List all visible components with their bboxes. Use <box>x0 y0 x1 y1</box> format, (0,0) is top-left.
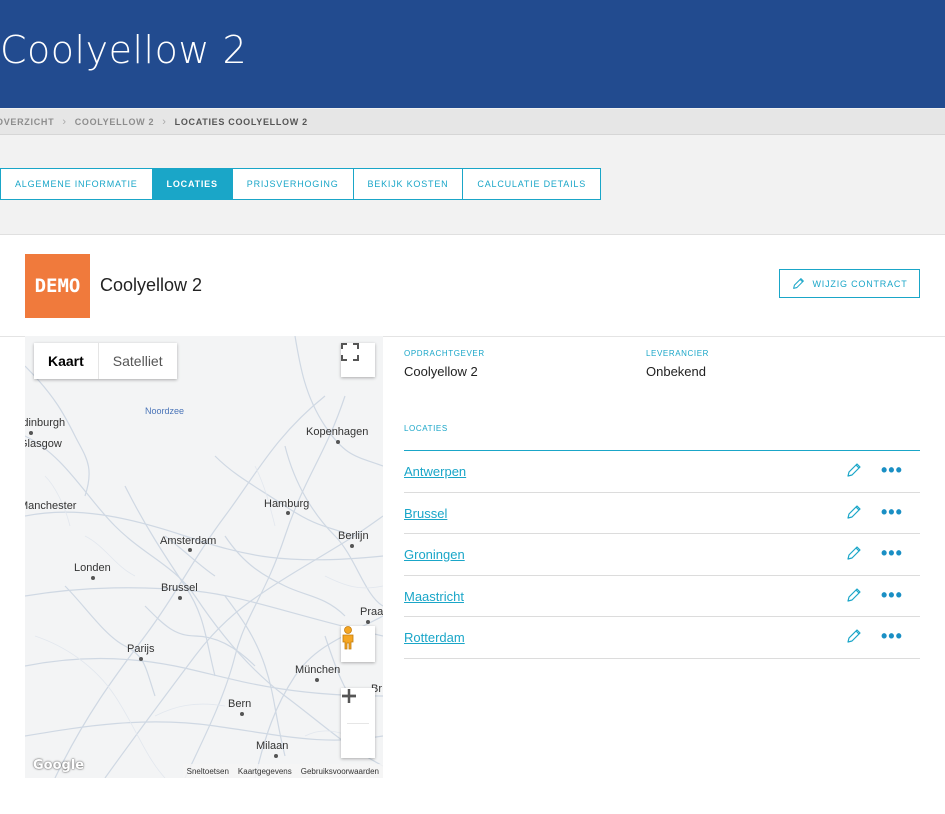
tab-calculation-details[interactable]: CALCULATIE DETAILS <box>463 169 600 199</box>
tab-bar: ALGEMENE INFORMATIE LOCATIES PRIJSVERHOG… <box>0 168 602 200</box>
more-options-icon[interactable]: ••• <box>881 544 903 562</box>
tab-price-increase[interactable]: PRIJSVERHOGING <box>233 169 354 199</box>
city-kopenhagen: Kopenhagen <box>306 426 368 438</box>
pencil-icon[interactable] <box>846 504 862 520</box>
city-glasgow: Glasgow <box>25 438 62 450</box>
more-options-icon[interactable]: ••• <box>881 461 903 479</box>
street-view-button[interactable] <box>341 626 375 662</box>
minus-icon <box>342 694 356 698</box>
city-londen: Londen <box>74 562 111 574</box>
zoom-control <box>341 688 375 758</box>
edit-contract-button[interactable]: WIJZIG CONTRACT <box>779 269 920 298</box>
city-bern: Bern <box>228 698 251 710</box>
map-type-control: Kaart Satelliet <box>34 343 177 379</box>
demo-logo: DEMO <box>25 254 90 318</box>
map-attribution: Sneltoetsen Kaartgegevens Gebruiksvoorwa… <box>182 764 383 778</box>
google-logo: Google <box>33 758 85 773</box>
client-field: OPDRACHTGEVER Coolyellow 2 <box>404 349 485 379</box>
breadcrumb-current: LOCATIES COOLYELLOW 2 <box>174 116 308 127</box>
card-title: Coolyellow 2 <box>100 275 203 295</box>
list-item: Groningen ••• <box>404 534 920 576</box>
edit-contract-label: WIJZIG CONTRACT <box>812 278 908 289</box>
location-link[interactable]: Maastricht <box>404 589 464 604</box>
breadcrumb: OVERZICHT › COOLYELLOW 2 › LOCATIES COOL… <box>0 109 945 135</box>
city-brussel: Brussel <box>161 582 198 594</box>
map-sea-label: Noordzee <box>145 406 184 416</box>
location-link[interactable]: Rotterdam <box>404 630 465 645</box>
terms-of-use-link[interactable]: Gebruiksvoorwaarden <box>301 767 379 776</box>
pencil-icon[interactable] <box>846 545 862 561</box>
card-header: DEMO Coolyellow 2 WIJZIG CONTRACT <box>0 235 945 337</box>
more-options-icon[interactable]: ••• <box>881 627 903 645</box>
client-label: OPDRACHTGEVER <box>404 349 485 358</box>
page-header: Coolyellow 2 <box>0 0 945 108</box>
pencil-icon[interactable] <box>846 587 862 603</box>
keyboard-shortcuts-link[interactable]: Sneltoetsen <box>187 767 229 776</box>
tab-locations[interactable]: LOCATIES <box>152 169 233 199</box>
pencil-icon[interactable] <box>846 628 862 644</box>
chevron-right-icon: › <box>162 115 167 128</box>
location-link[interactable]: Brussel <box>404 506 447 521</box>
supplier-field: LEVERANCIER Onbekend <box>646 349 709 379</box>
city-amsterdam: Amsterdam <box>160 535 216 547</box>
map-canvas: Noordzee Edinburgh Glasgow Kopenhagen Ma… <box>25 336 383 778</box>
more-options-icon[interactable]: ••• <box>881 586 903 604</box>
breadcrumb-overview[interactable]: OVERZICHT <box>0 117 54 127</box>
zoom-out-button[interactable] <box>341 694 375 759</box>
city-manchester: Manchester <box>25 500 77 512</box>
city-milaan: Milaan <box>256 740 288 752</box>
city-edinburgh: Edinburgh <box>25 417 65 429</box>
map-type-map-button[interactable]: Kaart <box>34 343 98 379</box>
location-link[interactable]: Groningen <box>404 547 465 562</box>
fullscreen-icon <box>341 343 359 361</box>
city-munchen: München <box>295 664 340 676</box>
city-berlijn: Berlijn <box>338 530 369 542</box>
pegman-icon <box>342 626 354 650</box>
more-options-icon[interactable]: ••• <box>881 503 903 521</box>
locations-label: LOCATIES <box>404 424 448 433</box>
city-hamburg: Hamburg <box>264 498 309 510</box>
supplier-label: LEVERANCIER <box>646 349 710 358</box>
supplier-value: Onbekend <box>646 364 706 379</box>
fullscreen-button[interactable] <box>341 343 375 377</box>
locations-list: Antwerpen ••• Brussel ••• Groningen ••• … <box>404 451 920 659</box>
list-item: Antwerpen ••• <box>404 451 920 493</box>
tab-view-costs[interactable]: BEKIJK KOSTEN <box>354 169 464 199</box>
list-item: Rotterdam ••• <box>404 617 920 659</box>
map-data-link[interactable]: Kaartgegevens <box>238 767 292 776</box>
location-link[interactable]: Antwerpen <box>404 464 466 479</box>
breadcrumb-contract[interactable]: COOLYELLOW 2 <box>75 117 155 127</box>
map-type-satellite-button[interactable]: Satelliet <box>97 343 177 379</box>
chevron-right-icon: › <box>62 115 67 128</box>
pencil-icon[interactable] <box>846 462 862 478</box>
city-parijs: Parijs <box>127 643 155 655</box>
city-praag: Praag <box>360 606 383 618</box>
list-item: Brussel ••• <box>404 493 920 534</box>
pencil-icon <box>792 278 804 289</box>
list-item: Maastricht ••• <box>404 576 920 617</box>
location-map[interactable]: Noordzee Edinburgh Glasgow Kopenhagen Ma… <box>25 336 383 778</box>
page-title: Coolyellow 2 <box>0 28 248 72</box>
tab-general-info[interactable]: ALGEMENE INFORMATIE <box>1 169 153 199</box>
client-value: Coolyellow 2 <box>404 364 478 379</box>
